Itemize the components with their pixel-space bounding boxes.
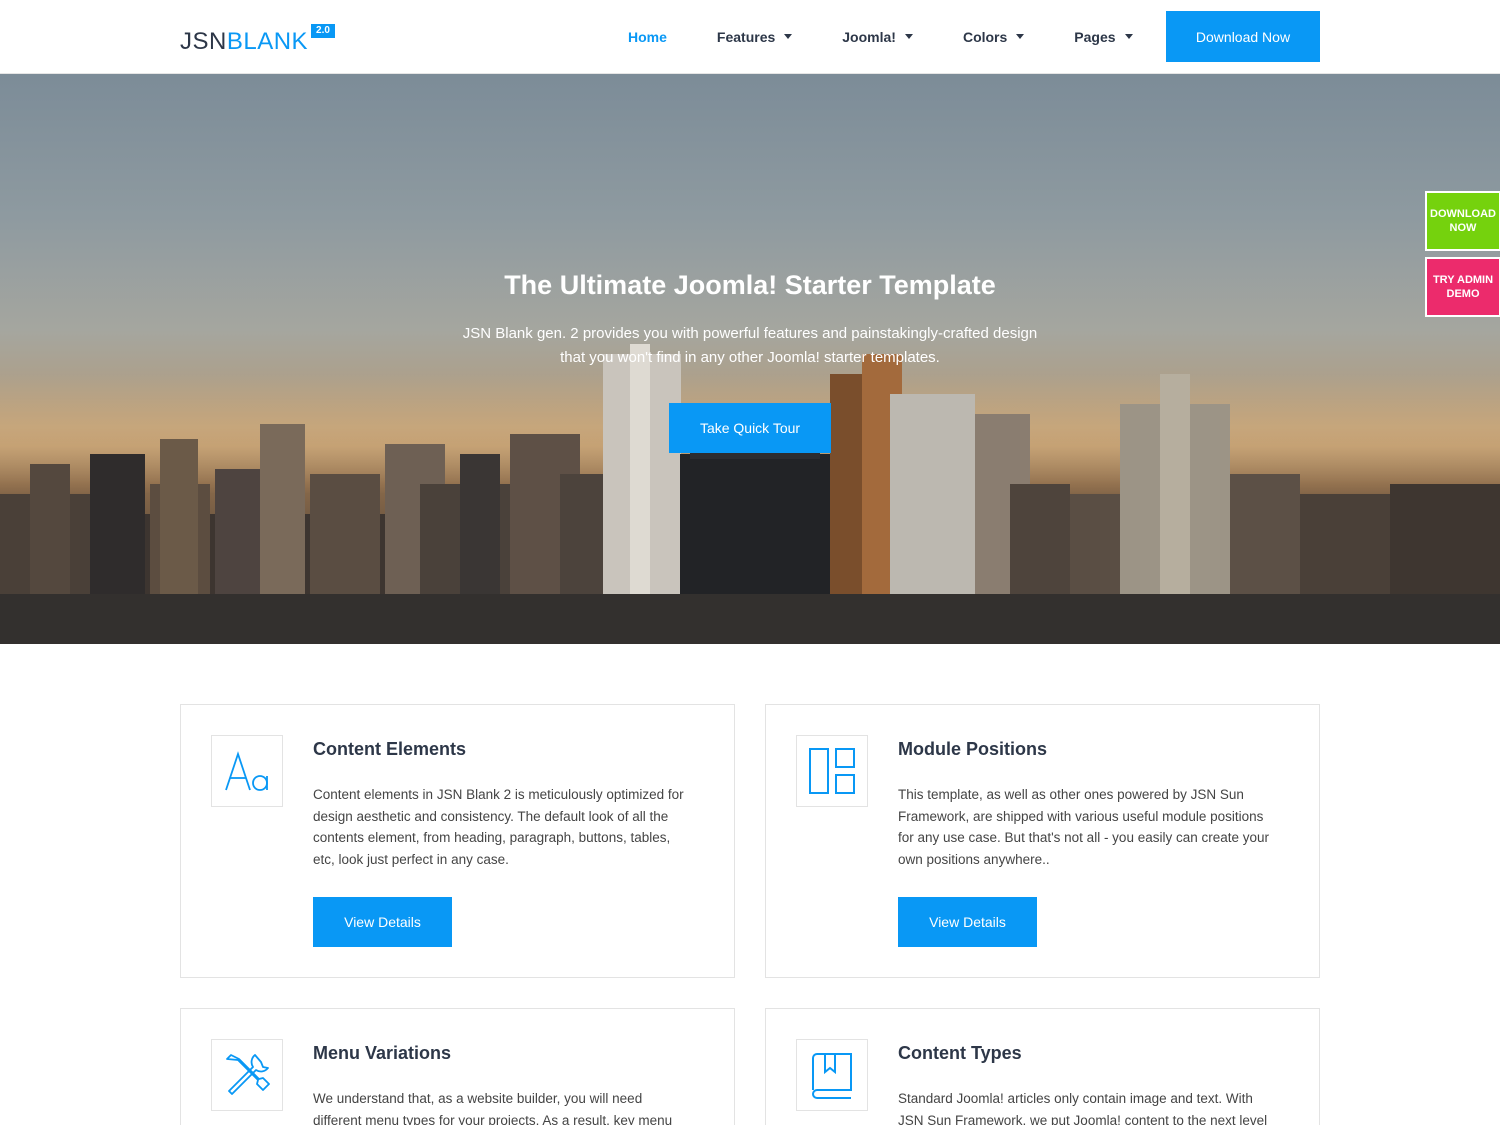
caret-down-icon <box>1124 34 1133 39</box>
nav-item-label: Features <box>716 28 776 45</box>
layout-icon <box>796 735 868 807</box>
site-logo[interactable]: JSN BLANK 2.0 <box>180 22 335 62</box>
card-description: Standard Joomla! articles only contain i… <box>898 1091 1268 1125</box>
nav-item-label: Home <box>628 28 667 45</box>
caret-down-icon <box>784 34 793 39</box>
nav-item-label: Pages <box>1074 28 1116 45</box>
nav-item-joomla[interactable]: Joomla! <box>842 29 913 45</box>
feature-card-content-elements: Content Elements Content elements in JSN… <box>180 704 735 978</box>
nav-item-label: Colors <box>962 28 1008 45</box>
logo-text-jsn: JSN <box>180 28 227 55</box>
download-now-button[interactable]: Download Now <box>1166 11 1320 62</box>
hero-content: The Ultimate Joomla! Starter Template JS… <box>0 74 1500 644</box>
side-button-label: DEMO <box>1446 288 1480 300</box>
typography-icon <box>211 735 283 807</box>
nav-item-features[interactable]: Features <box>716 28 793 45</box>
side-try-admin-demo-button[interactable]: TRY ADMIN DEMO <box>1425 257 1500 317</box>
caret-down-icon <box>1016 34 1025 39</box>
hero-subtitle-line: JSN Blank gen. 2 provides you with power… <box>462 325 1038 342</box>
view-details-button[interactable]: View Details <box>313 897 452 947</box>
site-header: JSN BLANK 2.0 Home Features Joomla! Colo… <box>0 0 1500 74</box>
card-title: Module Positions <box>898 739 1048 759</box>
view-details-button[interactable]: View Details <box>898 897 1037 947</box>
hero-banner: The Ultimate Joomla! Starter Template JS… <box>0 74 1500 644</box>
side-download-now-button[interactable]: DOWNLOAD NOW <box>1425 191 1500 251</box>
caret-down-icon <box>904 34 913 39</box>
logo-version-badge: 2.0 <box>311 24 335 38</box>
feature-card-menu-variations: Menu Variations We understand that, as a… <box>180 1008 735 1125</box>
side-button-label: DOWNLOAD <box>1430 208 1496 220</box>
tools-icon <box>211 1039 283 1111</box>
book-icon <box>796 1039 868 1111</box>
nav-item-label: Joomla! <box>842 28 896 45</box>
nav-item-home[interactable]: Home <box>628 29 667 45</box>
side-button-label: NOW <box>1449 222 1477 234</box>
card-title: Content Types <box>898 1043 1022 1063</box>
feature-card-module-positions: Module Positions This template, as well … <box>765 704 1320 978</box>
side-button-label: TRY ADMIN <box>1432 274 1494 286</box>
card-title: Menu Variations <box>313 1043 452 1063</box>
nav-item-pages[interactable]: Pages <box>1074 28 1133 45</box>
feature-card-content-types: Content Types Standard Joomla! articles … <box>765 1008 1320 1125</box>
card-description: This template, as well as other ones pow… <box>898 787 1270 868</box>
take-quick-tour-button[interactable]: Take Quick Tour <box>669 403 831 453</box>
hero-title: The Ultimate Joomla! Starter Template <box>504 270 996 300</box>
main-nav: Home Features Joomla! Colors Pages <box>628 0 1183 73</box>
logo-text-blank: BLANK <box>226 28 309 55</box>
card-description: Content elements in JSN Blank 2 is metic… <box>313 787 684 868</box>
hero-subtitle-line: that you won't find in any other Joomla!… <box>560 349 940 366</box>
hero-subtitle: JSN Blank gen. 2 provides you with power… <box>430 322 1070 370</box>
nav-item-colors[interactable]: Colors <box>962 28 1025 45</box>
card-description: We understand that, as a website builder… <box>313 1091 673 1125</box>
card-title: Content Elements <box>313 739 467 759</box>
